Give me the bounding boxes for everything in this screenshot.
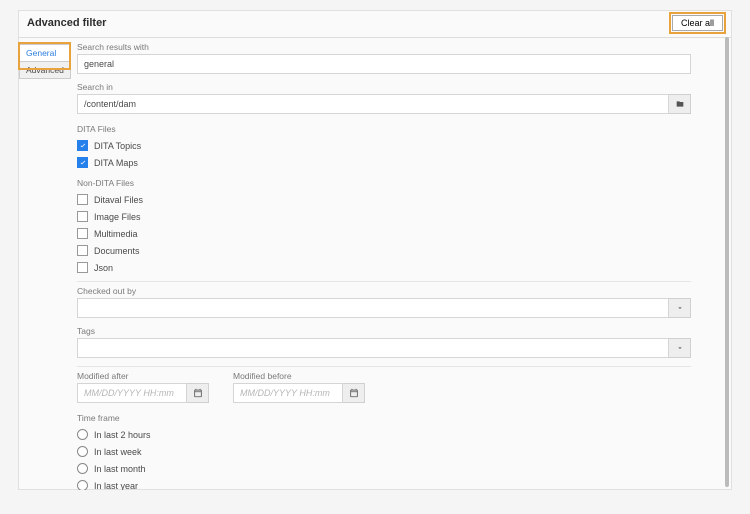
checkbox-json[interactable]: Json [77, 262, 691, 273]
timeframe-section-label: Time frame [77, 413, 691, 423]
chevron-down-icon [676, 344, 684, 352]
radio-label: In last year [94, 481, 138, 491]
tags-select[interactable] [77, 338, 669, 358]
checkbox-multimedia[interactable]: Multimedia [77, 228, 691, 239]
nondita-section-label: Non-DITA Files [77, 178, 691, 188]
folder-icon [675, 100, 685, 108]
modified-before-label: Modified before [233, 371, 365, 381]
checkbox-label: Documents [94, 246, 140, 256]
search-results-input[interactable] [77, 54, 691, 74]
checkbox-dita-maps[interactable]: DITA Maps [77, 157, 691, 168]
advanced-filter-panel: Advanced filter Clear all General Advanc… [18, 10, 732, 490]
checkbox-ditaval[interactable]: Ditaval Files [77, 194, 691, 205]
modified-after-calendar-button[interactable] [187, 383, 209, 403]
panel-title: Advanced filter [27, 17, 106, 29]
dita-section-label: DITA Files [77, 124, 691, 134]
calendar-icon [193, 388, 203, 398]
tags-label: Tags [77, 326, 691, 336]
radio-input[interactable] [77, 480, 88, 490]
checkbox-input[interactable] [77, 211, 88, 222]
modified-before-field: Modified before [233, 371, 365, 403]
divider [77, 281, 691, 282]
search-in-input[interactable] [77, 94, 669, 114]
clear-all-button[interactable]: Clear all [672, 15, 723, 31]
radio-label: In last week [94, 447, 142, 457]
radio-input[interactable] [77, 429, 88, 440]
checkbox-documents[interactable]: Documents [77, 245, 691, 256]
radio-label: In last month [94, 464, 146, 474]
modified-before-calendar-button[interactable] [343, 383, 365, 403]
chevron-down-icon [676, 304, 684, 312]
checked-out-label: Checked out by [77, 286, 691, 296]
dates-row: Modified after Modified before [77, 371, 691, 403]
checkbox-label: Multimedia [94, 229, 138, 239]
sidebar: General Advanced [19, 38, 71, 490]
search-results-label: Search results with [77, 42, 691, 52]
main-content[interactable]: Search results with Search in DITA Files… [71, 38, 731, 490]
checkbox-input[interactable] [77, 245, 88, 256]
checkbox-input[interactable] [77, 157, 88, 168]
modified-after-label: Modified after [77, 371, 209, 381]
checkbox-input[interactable] [77, 140, 88, 151]
radio-last-week[interactable]: In last week [77, 446, 691, 457]
tags-field: Tags [77, 326, 691, 358]
checkbox-label: Ditaval Files [94, 195, 143, 205]
checkbox-label: DITA Topics [94, 141, 141, 151]
checkbox-input[interactable] [77, 194, 88, 205]
checkbox-input[interactable] [77, 228, 88, 239]
modified-after-field: Modified after [77, 371, 209, 403]
modified-after-input[interactable] [77, 383, 187, 403]
checked-out-dropdown-button[interactable] [669, 298, 691, 318]
modified-before-input[interactable] [233, 383, 343, 403]
search-in-label: Search in [77, 82, 691, 92]
checkbox-label: Json [94, 263, 113, 273]
tab-advanced[interactable]: Advanced [19, 61, 71, 79]
scrollbar[interactable] [725, 37, 729, 487]
search-in-field: Search in [77, 82, 691, 114]
radio-input[interactable] [77, 446, 88, 457]
radio-last-2-hours[interactable]: In last 2 hours [77, 429, 691, 440]
radio-label: In last 2 hours [94, 430, 151, 440]
checkbox-dita-topics[interactable]: DITA Topics [77, 140, 691, 151]
tab-general[interactable]: General [19, 44, 71, 62]
radio-last-month[interactable]: In last month [77, 463, 691, 474]
checked-out-field: Checked out by [77, 286, 691, 318]
panel-body: General Advanced Search results with Sea… [19, 38, 731, 490]
checkbox-label: DITA Maps [94, 158, 138, 168]
divider [77, 366, 691, 367]
radio-last-year[interactable]: In last year [77, 480, 691, 490]
checkbox-label: Image Files [94, 212, 141, 222]
checkbox-image[interactable]: Image Files [77, 211, 691, 222]
browse-folder-button[interactable] [669, 94, 691, 114]
search-results-field: Search results with [77, 42, 691, 74]
radio-input[interactable] [77, 463, 88, 474]
calendar-icon [349, 388, 359, 398]
tags-dropdown-button[interactable] [669, 338, 691, 358]
checked-out-select[interactable] [77, 298, 669, 318]
checkbox-input[interactable] [77, 262, 88, 273]
panel-header: Advanced filter Clear all [19, 11, 731, 38]
